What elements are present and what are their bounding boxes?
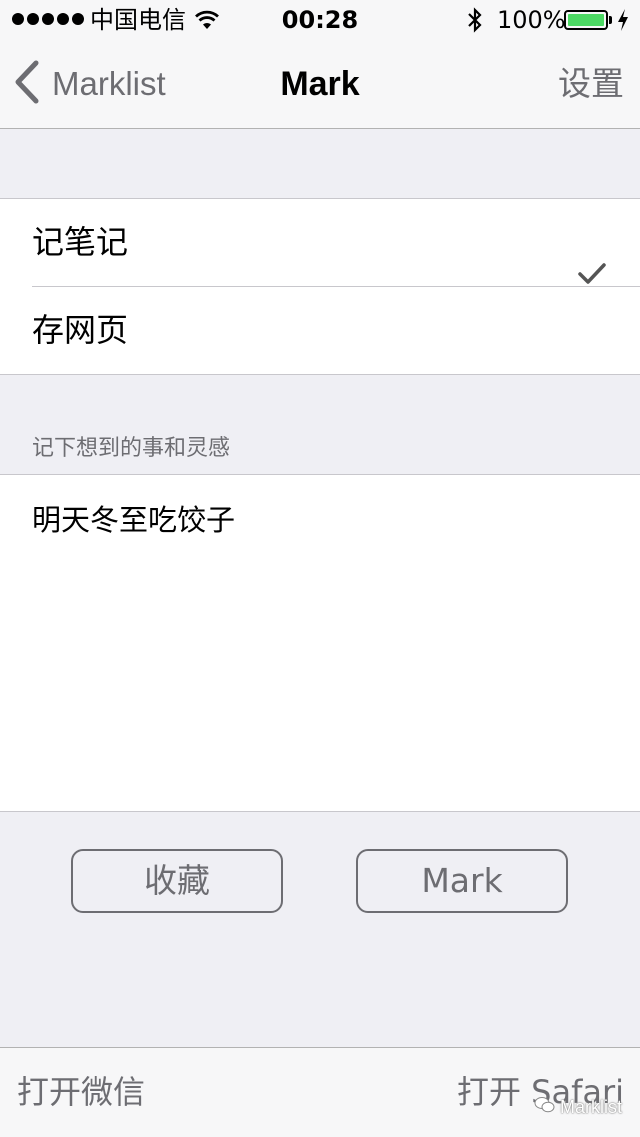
note-section-header: 记下想到的事和灵感 [32,436,231,461]
page-title: Mark [280,65,360,103]
battery-level [568,14,604,26]
bluetooth-icon [466,7,484,37]
watermark: Marklist [534,1096,622,1119]
battery-percent: 100% [497,6,566,34]
mode-options: 记笔记 存网页 [0,198,640,375]
battery-nub [609,16,612,24]
status-bar: 中国电信 00:28 100% [0,0,640,40]
option-save-webpage[interactable]: 存网页 [32,286,640,374]
bottom-toolbar: 打开微信 打开 Safari Marklist [0,1047,640,1137]
favorite-button[interactable]: 收藏 [71,849,283,913]
wechat-icon [534,1096,556,1119]
note-text-area[interactable]: 明天冬至吃饺子 [0,474,640,812]
option-label: 记笔记 [32,223,129,261]
navigation-bar: Marklist Mark 设置 [0,40,640,129]
battery-icon [564,10,608,30]
charging-bolt-icon [616,8,630,36]
note-text: 明天冬至吃饺子 [32,503,236,537]
option-label: 存网页 [32,311,129,349]
settings-button[interactable]: 设置 [558,62,624,106]
watermark-text: Marklist [560,1097,622,1117]
open-wechat-button[interactable]: 打开微信 [17,1070,145,1114]
mark-button[interactable]: Mark [356,849,568,913]
option-take-note[interactable]: 记笔记 [0,199,640,286]
